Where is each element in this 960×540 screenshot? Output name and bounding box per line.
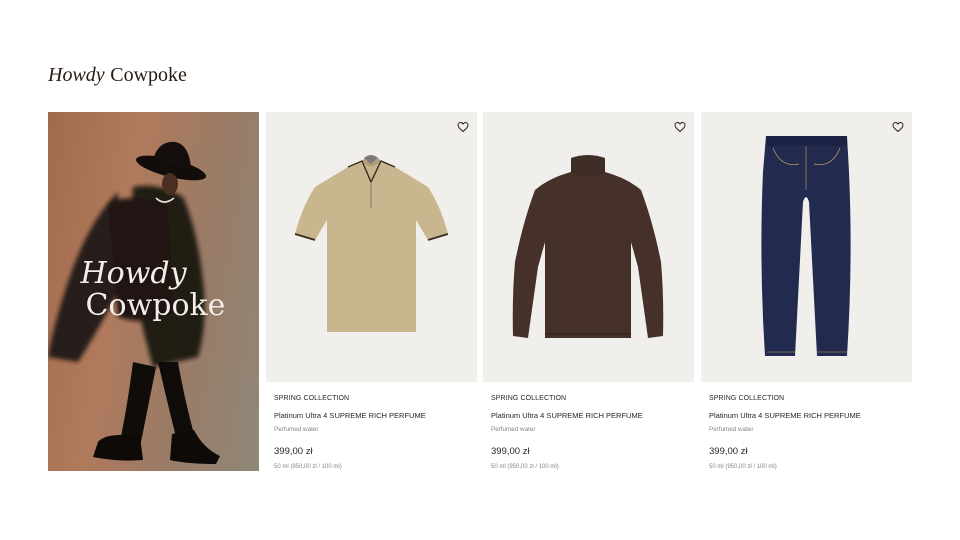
- product-image[interactable]: [266, 112, 477, 382]
- product-collection: SPRING COLLECTION: [274, 395, 350, 402]
- product-collection: SPRING COLLECTION: [491, 395, 567, 402]
- product-unit-price: 50 ml (950,00 zł / 100 ml): [491, 464, 559, 470]
- product-image[interactable]: [701, 112, 912, 382]
- hero-title: Howdy Cowpoke: [48, 258, 259, 321]
- product-type: Perfumed water: [491, 426, 536, 433]
- product-type: Perfumed water: [709, 426, 754, 433]
- hero-banner[interactable]: Howdy Cowpoke: [48, 112, 259, 471]
- heart-icon[interactable]: [674, 121, 686, 133]
- product-name[interactable]: Platinum Ultra 4 SUPREME RICH PERFUME: [709, 411, 912, 420]
- brand-logo-part2: Cowpoke: [110, 64, 187, 86]
- product-price: 399,00 zł: [709, 446, 748, 457]
- heart-icon[interactable]: [892, 121, 904, 133]
- turtleneck-sweater-image: [512, 155, 664, 338]
- product-name[interactable]: Platinum Ultra 4 SUPREME RICH PERFUME: [491, 411, 694, 420]
- product-card-2[interactable]: SPRING COLLECTION Platinum Ultra 4 SUPRE…: [483, 112, 694, 470]
- product-unit-price: 50 ml (950,00 zł / 100 ml): [274, 464, 342, 470]
- product-price: 399,00 zł: [491, 446, 530, 457]
- product-card-3[interactable]: SPRING COLLECTION Platinum Ultra 4 SUPRE…: [701, 112, 912, 470]
- brand-logo-part1: Howdy: [48, 64, 105, 86]
- product-unit-price: 50 ml (950,00 zł / 100 ml): [709, 464, 777, 470]
- product-price: 399,00 zł: [274, 446, 313, 457]
- product-type: Perfumed water: [274, 426, 319, 433]
- heart-icon[interactable]: [457, 121, 469, 133]
- product-collection: SPRING COLLECTION: [709, 395, 785, 402]
- brand-logo[interactable]: Howdy Cowpoke: [48, 64, 187, 87]
- product-card-1[interactable]: SPRING COLLECTION Platinum Ultra 4 SUPRE…: [266, 112, 477, 470]
- hero-title-line2: Cowpoke: [85, 287, 226, 323]
- polo-shirt-image: [294, 155, 449, 332]
- jeans-image: [761, 136, 851, 356]
- product-image[interactable]: [483, 112, 694, 382]
- hero-title-line1: Howdy: [80, 256, 187, 291]
- product-name[interactable]: Platinum Ultra 4 SUPREME RICH PERFUME: [274, 411, 477, 420]
